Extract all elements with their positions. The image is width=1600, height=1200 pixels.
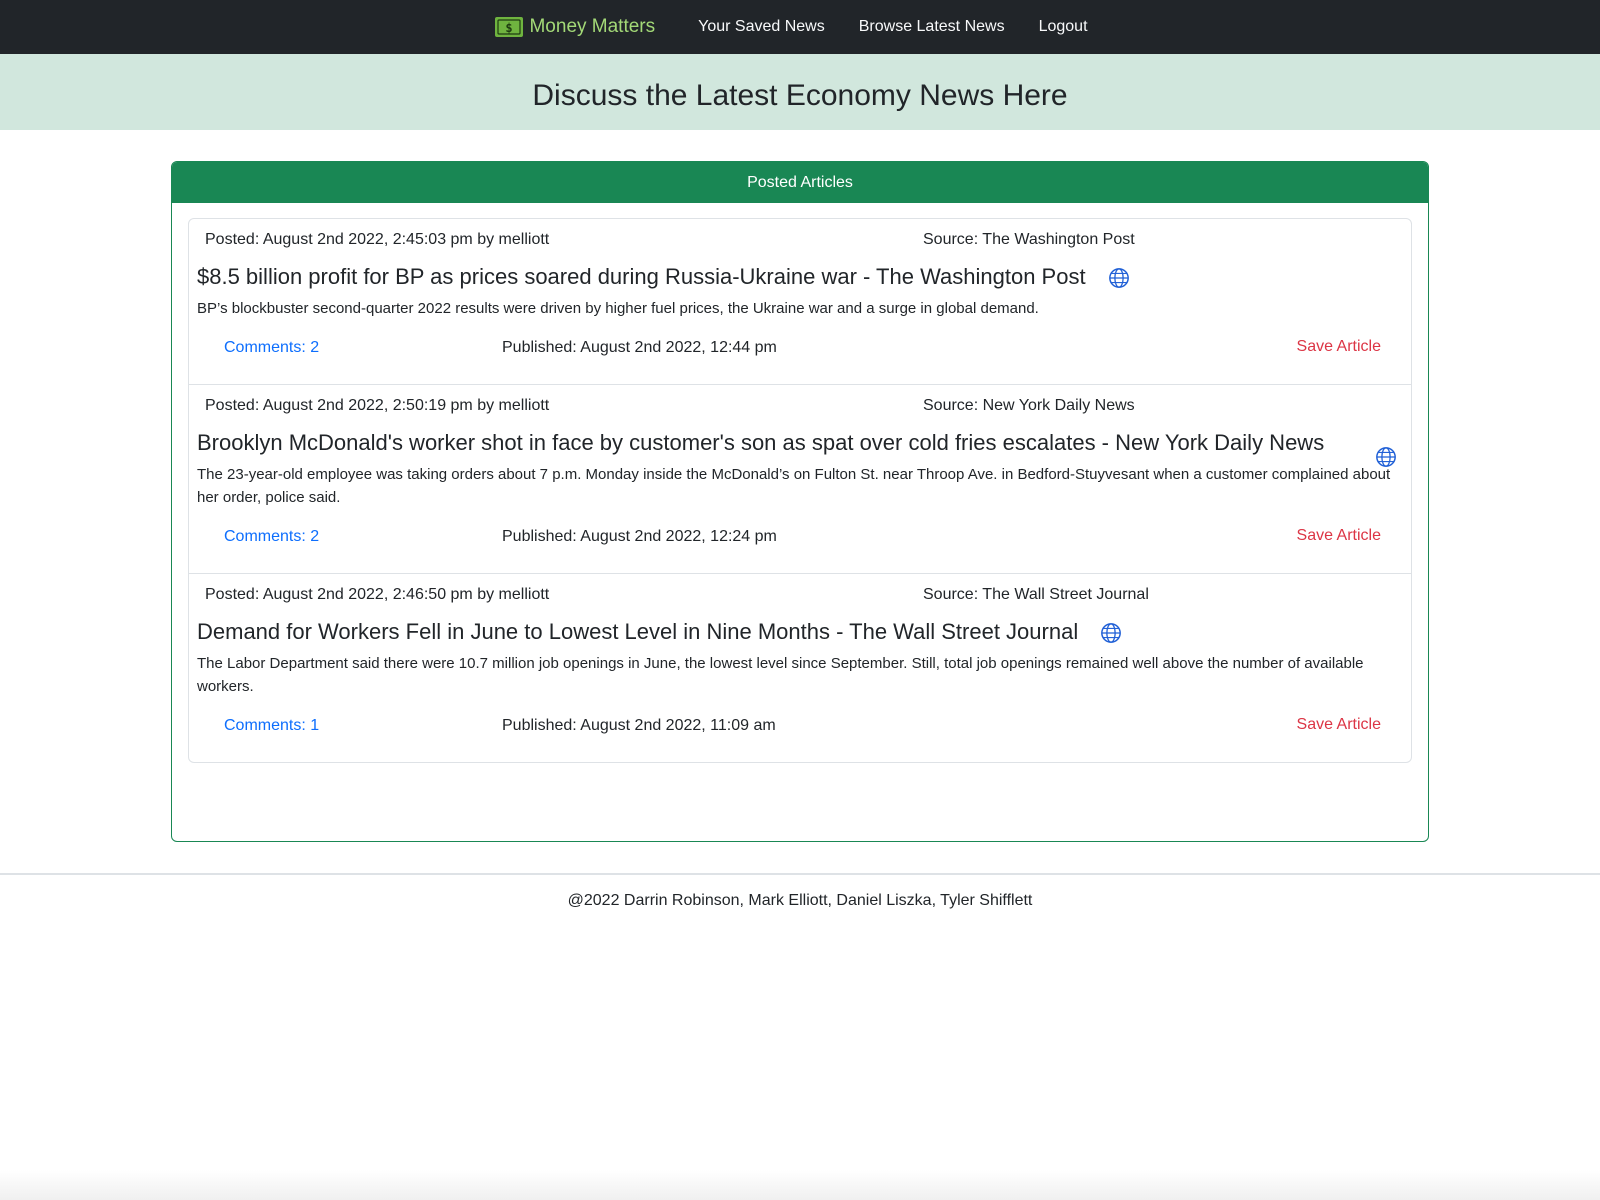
- page-bottom-edge: [0, 1170, 1600, 1200]
- article-title: Brooklyn McDonald's worker shot in face …: [197, 430, 1325, 455]
- money-bill-icon: $: [495, 17, 524, 37]
- article-title-row: $8.5 billion profit for BP as prices soa…: [197, 259, 1403, 291]
- article-description: The 23-year-old employee was taking orde…: [197, 466, 1391, 506]
- published-date: Published: August 2nd 2022, 11:09 am: [502, 717, 776, 734]
- article-title: $8.5 billion profit for BP as prices soa…: [197, 264, 1086, 289]
- nav-link-logout[interactable]: Logout: [1022, 18, 1105, 36]
- source-info: Source: The Wall Street Journal: [923, 586, 1149, 603]
- published-date: Published: August 2nd 2022, 12:24 pm: [502, 528, 777, 545]
- save-article-button[interactable]: Save Article: [1297, 527, 1381, 545]
- article-description: BP’s blockbuster second-quarter 2022 res…: [197, 300, 1039, 317]
- article-item: Posted: August 2nd 2022, 2:46:50 pm by m…: [189, 574, 1411, 762]
- article-meta: Posted: August 2nd 2022, 2:45:03 pm by m…: [197, 219, 1403, 259]
- brand-link[interactable]: $ Money Matters: [495, 16, 655, 38]
- published-date: Published: August 2nd 2022, 12:44 pm: [502, 339, 777, 356]
- nav-link-saved-news[interactable]: Your Saved News: [681, 18, 842, 36]
- posted-info: Posted: August 2nd 2022, 2:46:50 pm by m…: [205, 586, 550, 603]
- comments-link[interactable]: Comments: 2: [224, 528, 319, 546]
- footer-copyright: @2022 Darrin Robinson, Mark Elliott, Dan…: [567, 892, 1033, 909]
- brand-name: Money Matters: [529, 16, 656, 37]
- article-item: Posted: August 2nd 2022, 2:45:03 pm by m…: [189, 219, 1411, 385]
- save-article-button[interactable]: Save Article: [1297, 716, 1381, 734]
- globe-icon[interactable]: [1375, 446, 1397, 468]
- save-article-button[interactable]: Save Article: [1297, 338, 1381, 356]
- article-item: Posted: August 2nd 2022, 2:50:19 pm by m…: [189, 385, 1411, 574]
- article-footer: Comments: 1 Published: August 2nd 2022, …: [197, 698, 1403, 744]
- svg-text:$: $: [506, 21, 513, 35]
- footer-divider: [0, 873, 1600, 875]
- posted-info: Posted: August 2nd 2022, 2:45:03 pm by m…: [205, 231, 550, 248]
- article-description: The Labor Department said there were 10.…: [197, 655, 1364, 695]
- article-footer: Comments: 2 Published: August 2nd 2022, …: [197, 509, 1403, 555]
- top-navbar: $ Money Matters Your Saved News Browse L…: [0, 0, 1600, 54]
- article-footer: Comments: 2 Published: August 2nd 2022, …: [197, 320, 1403, 366]
- page-title: Discuss the Latest Economy News Here: [532, 79, 1068, 112]
- card-header: Posted Articles: [172, 162, 1428, 203]
- comments-link[interactable]: Comments: 1: [224, 717, 319, 735]
- article-meta: Posted: August 2nd 2022, 2:50:19 pm by m…: [197, 385, 1403, 425]
- globe-icon[interactable]: [1100, 622, 1122, 644]
- posted-articles-card: Posted Articles Posted: August 2nd 2022,…: [171, 161, 1429, 842]
- source-info: Source: The Washington Post: [923, 231, 1135, 248]
- posted-info: Posted: August 2nd 2022, 2:50:19 pm by m…: [205, 397, 550, 414]
- globe-icon[interactable]: [1108, 267, 1130, 289]
- article-list: Posted: August 2nd 2022, 2:45:03 pm by m…: [188, 218, 1412, 763]
- article-title: Demand for Workers Fell in June to Lowes…: [197, 619, 1079, 644]
- nav-link-browse-news[interactable]: Browse Latest News: [842, 18, 1022, 36]
- source-info: Source: New York Daily News: [923, 397, 1135, 414]
- article-title-row: Demand for Workers Fell in June to Lowes…: [197, 614, 1403, 646]
- comments-link[interactable]: Comments: 2: [224, 339, 319, 357]
- article-title-row: Brooklyn McDonald's worker shot in face …: [197, 425, 1403, 467]
- hero-banner: Discuss the Latest Economy News Here: [0, 54, 1600, 130]
- article-meta: Posted: August 2nd 2022, 2:46:50 pm by m…: [197, 574, 1403, 614]
